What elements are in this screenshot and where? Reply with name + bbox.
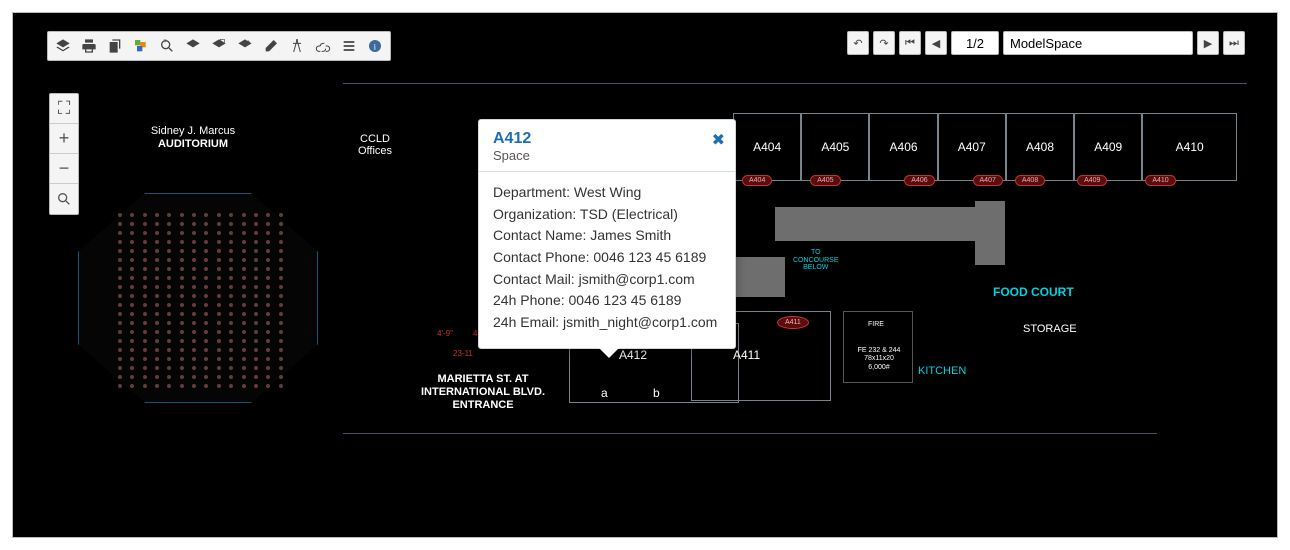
badge-A410: A410: [1145, 175, 1175, 186]
popup-org: Organization: TSD (Electrical): [493, 204, 721, 226]
badge-A404: A404: [742, 175, 772, 186]
gray-block-2: [733, 257, 785, 297]
popup-body: Department: West Wing Organization: TSD …: [479, 172, 735, 348]
next-page-icon[interactable]: ▶: [1197, 31, 1219, 55]
link-icon[interactable]: [310, 34, 336, 58]
concourse-label: TOCONCOURSEBELOW: [793, 249, 839, 272]
eraser-icon[interactable]: [258, 34, 284, 58]
dim-1: 4'-9": [437, 329, 453, 338]
outline-top: [343, 83, 1247, 103]
zoom-reset-icon[interactable]: [50, 184, 78, 214]
popup-contact-mail: Contact Mail: jsmith@corp1.com: [493, 269, 721, 291]
badge-A407: A407: [973, 175, 1003, 186]
a412-label: A412: [619, 348, 647, 362]
badge-A408: A408: [1015, 175, 1045, 186]
marietta-entrance-label: MARIETTA ST. AT INTERNATIONAL BLVD. ENTR…: [398, 373, 568, 413]
auditorium-seats: [118, 213, 288, 383]
a411-label: A411: [733, 348, 760, 362]
print-icon[interactable]: [76, 34, 102, 58]
list-icon[interactable]: [336, 34, 362, 58]
info-icon[interactable]: i: [362, 34, 388, 58]
toolbar: T - + i: [47, 31, 391, 61]
badge-A409: A409: [1077, 175, 1107, 186]
svg-text:-: -: [194, 39, 196, 45]
popup-title: A412: [493, 130, 721, 148]
popup-subtitle: Space: [493, 148, 721, 163]
badge-A405: A405: [810, 175, 840, 186]
gray-block-3: [975, 201, 1005, 265]
popup-contact-name: Contact Name: James Smith: [493, 225, 721, 247]
layers-icon[interactable]: [50, 34, 76, 58]
copy-icon[interactable]: [102, 34, 128, 58]
model-space-input[interactable]: [1003, 31, 1193, 55]
gray-block-1: [775, 207, 993, 241]
popup-contact-phone: Contact Phone: 0046 123 45 6189: [493, 247, 721, 269]
fire-label: FIRE: [868, 321, 884, 328]
kitchen-label: KITCHEN: [918, 365, 966, 377]
zoom-out-tool-icon[interactable]: -: [180, 34, 206, 58]
aux-room-label: FE 232 & 24478x11x206,000#: [849, 347, 909, 372]
fit-tool-icon[interactable]: [206, 34, 232, 58]
room-A407[interactable]: A407A407: [938, 113, 1006, 181]
popup-dept: Department: West Wing: [493, 182, 721, 204]
zoom-out-icon[interactable]: −: [50, 154, 78, 184]
info-popup: A412 Space ✖ Department: West Wing Organ…: [478, 119, 736, 349]
compass-icon[interactable]: [284, 34, 310, 58]
storage-label: STORAGE: [1023, 323, 1077, 335]
fullscreen-icon[interactable]: ⛶: [50, 94, 78, 124]
text-search-icon[interactable]: T: [154, 34, 180, 58]
undo-icon[interactable]: ↶: [847, 31, 869, 55]
svg-text:T: T: [164, 39, 167, 44]
room-A406[interactable]: A406A406: [869, 113, 937, 181]
zoom-controls: ⛶ + −: [49, 93, 79, 215]
close-icon[interactable]: ✖: [712, 130, 725, 150]
outline-bottom: [343, 433, 1157, 434]
multi-layer-icon[interactable]: [128, 34, 154, 58]
badge-A411: A411: [777, 316, 809, 329]
upper-rooms: A404A404 A405A405 A406A406 A407A407 A408…: [733, 113, 1237, 181]
room-A410[interactable]: A410A410: [1142, 113, 1237, 181]
ccld-label: CCLDOffices: [358, 133, 392, 157]
last-page-icon[interactable]: ⏭: [1223, 31, 1245, 55]
popup-arrow-icon: [599, 348, 619, 358]
dim-5: 23-11: [453, 349, 473, 358]
room-A404[interactable]: A404A404: [733, 113, 801, 181]
a412-b-label: b: [653, 386, 660, 400]
zoom-in-tool-icon[interactable]: +: [232, 34, 258, 58]
food-court-label: FOOD COURT: [993, 285, 1074, 299]
room-A409[interactable]: A409A409: [1074, 113, 1142, 181]
popup-header: A412 Space ✖: [479, 120, 735, 172]
popup-24h-email: 24h Email: jsmith_night@corp1.com: [493, 312, 721, 334]
room-A408[interactable]: A408A408: [1006, 113, 1074, 181]
room-A405[interactable]: A405A405: [801, 113, 869, 181]
redo-icon[interactable]: ↷: [873, 31, 895, 55]
auditorium: [68, 183, 328, 413]
svg-text:+: +: [246, 39, 250, 45]
badge-A406: A406: [904, 175, 934, 186]
viewer-canvas: T - + i ↶ ↷ ⏮ ◀ ▶ ⏭ ⛶ + − Sidney J. Marc…: [12, 12, 1278, 538]
auditorium-label: Sidney J. Marcus AUDITORIUM: [113, 125, 273, 151]
page-number-input[interactable]: [951, 31, 999, 55]
a412-a-label: a: [601, 386, 608, 400]
popup-24h-phone: 24h Phone: 0046 123 45 6189: [493, 290, 721, 312]
pager: ↶ ↷ ⏮ ◀ ▶ ⏭: [847, 31, 1245, 55]
prev-page-icon[interactable]: ◀: [925, 31, 947, 55]
zoom-in-icon[interactable]: +: [50, 124, 78, 154]
first-page-icon[interactable]: ⏮: [899, 31, 921, 55]
